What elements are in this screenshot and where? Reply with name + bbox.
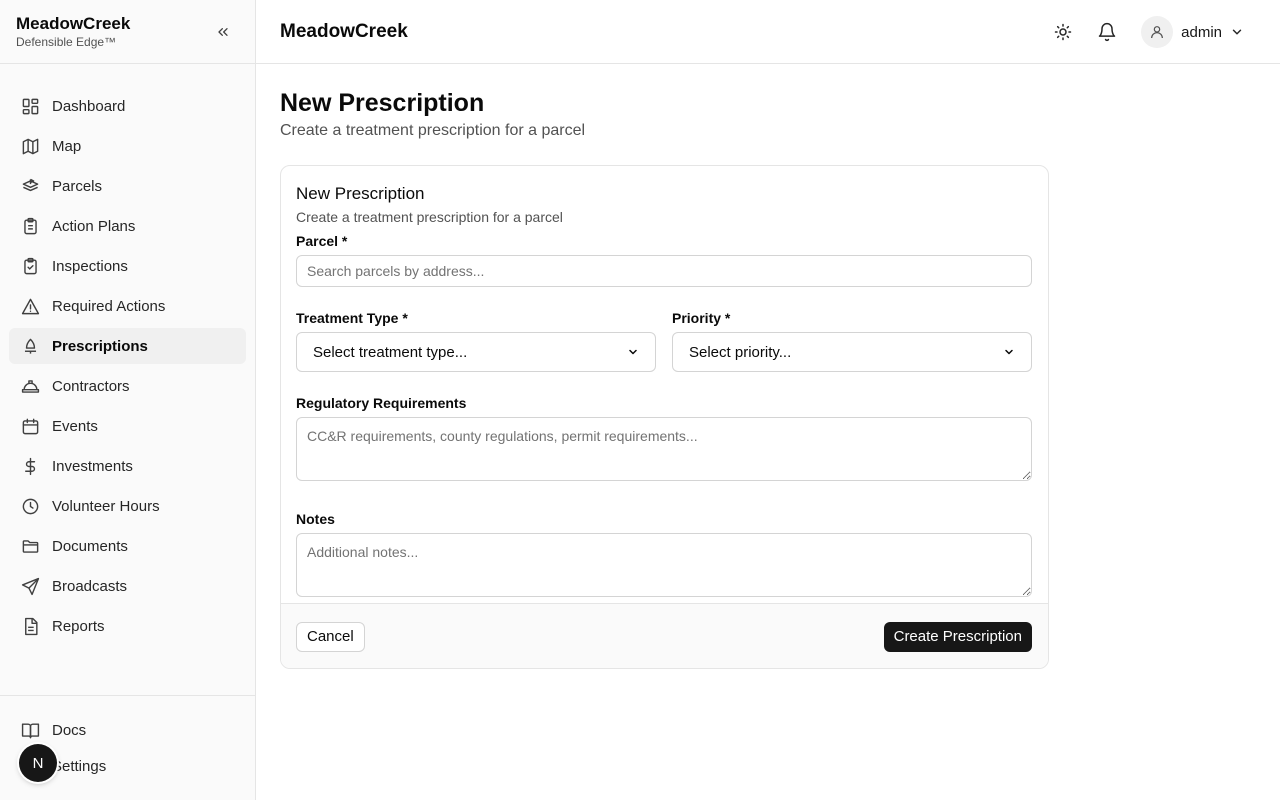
top-header: MeadowCreek admin — [256, 0, 1280, 64]
sidebar-nav: Dashboard Map Parcels Action Plans Inspe… — [0, 64, 255, 644]
map-icon — [20, 136, 40, 156]
treatment-type-label: Treatment Type * — [296, 310, 408, 326]
sidebar-item-action-plans[interactable]: Action Plans — [9, 208, 246, 244]
theme-toggle-button[interactable] — [1047, 16, 1079, 48]
sidebar-item-prescriptions[interactable]: Prescriptions — [9, 328, 246, 364]
prescription-form-card: New Prescription Create a treatment pres… — [280, 165, 1049, 669]
type-priority-row: Treatment Type * Select treatment type..… — [296, 310, 1032, 372]
priority-label: Priority * — [672, 310, 731, 326]
collapse-sidebar-button[interactable] — [213, 22, 233, 42]
sidebar-item-label: Contractors — [52, 377, 130, 395]
clock-icon — [20, 496, 40, 516]
send-icon — [20, 576, 40, 596]
sidebar-item-required-actions[interactable]: Required Actions — [9, 288, 246, 324]
chevron-down-icon — [1005, 349, 1013, 355]
sidebar-item-contractors[interactable]: Contractors — [9, 368, 246, 404]
create-prescription-button[interactable]: Create Prescription — [883, 621, 1032, 652]
priority-select[interactable]: Select priority... — [672, 332, 1032, 372]
sidebar-item-label: Investments — [52, 457, 133, 475]
brand: MeadowCreek Defensible Edge™ — [0, 0, 255, 64]
sidebar-item-label: Reports — [52, 617, 105, 635]
notes-textarea[interactable] — [296, 533, 1032, 597]
book-icon — [20, 720, 40, 740]
folder-icon — [20, 536, 40, 556]
form-subtitle: Create a treatment prescription for a pa… — [296, 209, 563, 225]
chevron-down-icon — [629, 349, 637, 355]
sun-icon — [1054, 23, 1072, 41]
floating-avatar-button[interactable]: N — [19, 744, 57, 782]
sidebar-item-label: Docs — [52, 721, 87, 739]
bell-icon — [1098, 22, 1116, 42]
regulatory-textarea[interactable] — [296, 417, 1032, 481]
warning-icon — [20, 296, 40, 316]
calendar-icon — [20, 416, 40, 436]
sidebar-item-label: Events — [52, 417, 98, 435]
notifications-button[interactable] — [1091, 16, 1123, 48]
form-footer: Cancel Create Prescription — [281, 603, 1048, 668]
form-body: New Prescription Create a treatment pres… — [281, 166, 1048, 602]
sidebar-item-label: Dashboard — [52, 97, 126, 115]
sidebar-item-label: Map — [52, 137, 82, 155]
avatar — [1141, 16, 1174, 48]
sidebar-item-inspections[interactable]: Inspections — [9, 248, 246, 284]
sidebar-item-label: Settings — [52, 757, 107, 775]
cancel-button[interactable]: Cancel — [296, 621, 365, 652]
sidebar-item-parcels[interactable]: Parcels — [9, 168, 246, 204]
form-title: New Prescription — [296, 184, 425, 203]
sidebar-item-label: Volunteer Hours — [52, 497, 160, 515]
sidebar-item-volunteer-hours[interactable]: Volunteer Hours — [9, 488, 246, 524]
sidebar-item-label: Required Actions — [52, 297, 166, 315]
file-text-icon — [20, 616, 40, 636]
header-title: MeadowCreek — [280, 20, 408, 42]
sidebar-item-broadcasts[interactable]: Broadcasts — [9, 568, 246, 604]
sidebar-item-dashboard[interactable]: Dashboard — [9, 88, 246, 124]
chevron-down-icon — [1232, 29, 1242, 35]
clipboard-check-icon — [20, 256, 40, 276]
dollar-icon — [20, 456, 40, 476]
sidebar-item-label: Inspections — [52, 257, 128, 275]
parcels-icon — [20, 176, 40, 196]
dashboard-icon — [20, 96, 40, 116]
treatment-type-value: Select treatment type... — [313, 343, 468, 361]
treatment-type-select[interactable]: Select treatment type... — [296, 332, 656, 372]
clipboard-icon — [20, 216, 40, 236]
notes-label: Notes — [296, 511, 335, 527]
sidebar: MeadowCreek Defensible Edge™ Dashboard M… — [0, 0, 256, 800]
header-actions: admin — [1047, 16, 1244, 48]
user-icon — [1151, 26, 1164, 39]
brand-subtitle: Defensible Edge™ — [16, 35, 117, 49]
sidebar-item-docs[interactable]: Docs — [9, 712, 246, 748]
sidebar-item-reports[interactable]: Reports — [9, 608, 246, 644]
priority-field: Priority * Select priority... — [672, 310, 1032, 372]
treatment-type-field: Treatment Type * Select treatment type..… — [296, 310, 656, 372]
notes-field: Notes — [296, 511, 1032, 602]
hard-hat-icon — [20, 376, 40, 396]
sidebar-item-events[interactable]: Events — [9, 408, 246, 444]
main-content: New Prescription Create a treatment pres… — [280, 88, 1050, 669]
sidebar-item-label: Prescriptions — [52, 337, 148, 355]
sidebar-item-label: Parcels — [52, 177, 103, 195]
parcel-label: Parcel * — [296, 233, 348, 249]
sidebar-item-label: Broadcasts — [52, 577, 128, 595]
priority-value: Select priority... — [689, 343, 792, 361]
page-subtitle: Create a treatment prescription for a pa… — [280, 122, 586, 139]
regulatory-label: Regulatory Requirements — [296, 395, 467, 411]
sidebar-item-documents[interactable]: Documents — [9, 528, 246, 564]
chevrons-left-icon — [218, 27, 228, 36]
parcel-search-input[interactable] — [296, 255, 1032, 287]
sidebar-item-investments[interactable]: Investments — [9, 448, 246, 484]
brand-name: MeadowCreek — [16, 14, 131, 33]
sidebar-item-label: Action Plans — [52, 217, 136, 235]
user-name: admin — [1181, 23, 1222, 41]
sidebar-item-map[interactable]: Map — [9, 128, 246, 164]
regulatory-field: Regulatory Requirements — [296, 395, 1032, 486]
user-menu[interactable]: admin — [1141, 16, 1244, 48]
tree-icon — [20, 336, 40, 356]
page-title: New Prescription — [280, 89, 485, 117]
sidebar-item-label: Documents — [52, 537, 128, 555]
